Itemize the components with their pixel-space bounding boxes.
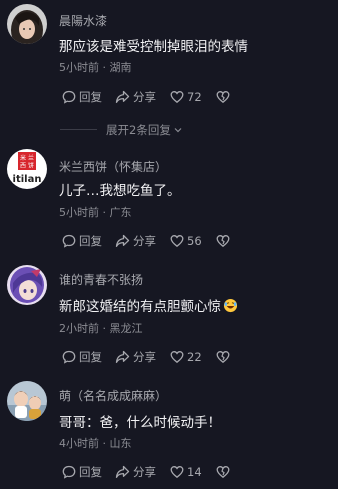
- share-label: 分享: [133, 90, 156, 104]
- share-button[interactable]: 分享: [115, 88, 156, 106]
- dark-hair-avatar-icon: [7, 4, 47, 44]
- share-label: 分享: [133, 350, 156, 364]
- reply-button[interactable]: 回复: [62, 348, 102, 366]
- broken-heart-icon: [216, 91, 230, 104]
- comment-text-body: 新郎这婚结的有点胆颤心惊: [59, 299, 221, 315]
- comment-username[interactable]: 谁的青春不张扬: [59, 271, 143, 288]
- reply-label: 回复: [79, 350, 102, 364]
- share-icon: [115, 350, 130, 363]
- comment-text: 新郎这婚结的有点胆颤心惊: [59, 295, 238, 315]
- share-button[interactable]: 分享: [115, 348, 156, 366]
- reply-icon: [62, 350, 76, 364]
- reply-button[interactable]: 回复: [62, 88, 102, 106]
- like-count: 56: [187, 234, 202, 248]
- broken-heart-icon: [216, 351, 230, 364]
- expand-replies: 展开2条回复: [0, 122, 338, 138]
- reply-icon: [62, 90, 76, 104]
- chevron-down-icon: [174, 128, 182, 133]
- rofl-emoji-icon: [223, 298, 238, 313]
- svg-text:itilan: itilan: [13, 174, 42, 185]
- comment-actions: 回复 分享 72: [62, 88, 302, 106]
- comment-time-location: 2小时前 · 黑龙江: [59, 322, 143, 335]
- comment-text: 哥哥：爸，什么时候动手！: [59, 415, 221, 431]
- broken-heart-icon: [216, 235, 230, 248]
- comment-time-location: 5小时前 · 湖南: [59, 61, 132, 74]
- comment-item: 晨陽水漆 那应该是难受控制掉眼泪的表情 5小时前 · 湖南 回复 分享 72: [0, 0, 338, 120]
- expand-replies-button[interactable]: 展开2条回复: [106, 122, 183, 138]
- like-count: 72: [187, 90, 202, 104]
- comment-item: 米 兰 西 饼 itilan 米兰西饼（怀集店） 儿子…我想吃鱼了。 5小时前 …: [0, 145, 338, 255]
- share-button[interactable]: 分享: [115, 463, 156, 481]
- dislike-button[interactable]: [216, 348, 233, 366]
- like-button[interactable]: 14: [170, 463, 202, 481]
- reply-label: 回复: [79, 465, 102, 479]
- comment-item: 萌（名名成成麻麻） 哥哥：爸，什么时候动手！ 4小时前 · 山东 回复 分享 1…: [0, 378, 338, 489]
- share-icon: [115, 90, 130, 103]
- heart-icon: [170, 91, 184, 104]
- child-photo-avatar-icon: [7, 381, 47, 421]
- comment-text: 儿子…我想吃鱼了。: [59, 183, 181, 199]
- reply-label: 回复: [79, 90, 102, 104]
- reply-icon: [62, 465, 76, 479]
- like-button[interactable]: 72: [170, 88, 202, 106]
- share-icon: [115, 465, 130, 478]
- heart-icon: [170, 351, 184, 364]
- comment-username[interactable]: 米兰西饼（怀集店）: [59, 158, 167, 175]
- reply-icon: [62, 234, 76, 248]
- like-count: 22: [187, 350, 202, 364]
- comment-text: 那应该是难受控制掉眼泪的表情: [59, 39, 248, 55]
- heart-icon: [170, 466, 184, 479]
- expand-replies-label: 展开2条回复: [106, 123, 171, 137]
- avatar[interactable]: 米 兰 西 饼 itilan: [7, 149, 47, 189]
- comment-actions: 回复 分享 14: [62, 463, 302, 481]
- divider-line: [60, 129, 97, 130]
- svg-text:米 兰: 米 兰: [20, 154, 34, 162]
- comment-username[interactable]: 萌（名名成成麻麻）: [59, 387, 167, 404]
- share-label: 分享: [133, 234, 156, 248]
- like-count: 14: [187, 465, 202, 479]
- anime-purple-hair-avatar-icon: [7, 265, 47, 305]
- bakery-logo-avatar-icon: 米 兰 西 饼 itilan: [7, 149, 47, 189]
- dislike-button[interactable]: [216, 232, 233, 250]
- reply-button[interactable]: 回复: [62, 232, 102, 250]
- comment-item: 谁的青春不张扬 新郎这婚结的有点胆颤心惊 2小时前 · 黑龙江 回复 分享 22: [0, 262, 338, 372]
- comment-username[interactable]: 晨陽水漆: [59, 12, 107, 29]
- like-button[interactable]: 56: [170, 232, 202, 250]
- reply-button[interactable]: 回复: [62, 463, 102, 481]
- dislike-button[interactable]: [216, 88, 233, 106]
- share-button[interactable]: 分享: [115, 232, 156, 250]
- heart-icon: [170, 235, 184, 248]
- reply-label: 回复: [79, 234, 102, 248]
- comment-actions: 回复 分享 22: [62, 348, 302, 366]
- comment-actions: 回复 分享 56: [62, 232, 302, 250]
- like-button[interactable]: 22: [170, 348, 202, 366]
- dislike-button[interactable]: [216, 463, 233, 481]
- avatar[interactable]: [7, 4, 47, 44]
- comment-time-location: 4小时前 · 山东: [59, 437, 132, 450]
- share-label: 分享: [133, 465, 156, 479]
- comment-time-location: 5小时前 · 广东: [59, 206, 132, 219]
- share-icon: [115, 234, 130, 247]
- broken-heart-icon: [216, 466, 230, 479]
- svg-text:西 饼: 西 饼: [20, 162, 34, 170]
- avatar[interactable]: [7, 381, 47, 421]
- avatar[interactable]: [7, 265, 47, 305]
